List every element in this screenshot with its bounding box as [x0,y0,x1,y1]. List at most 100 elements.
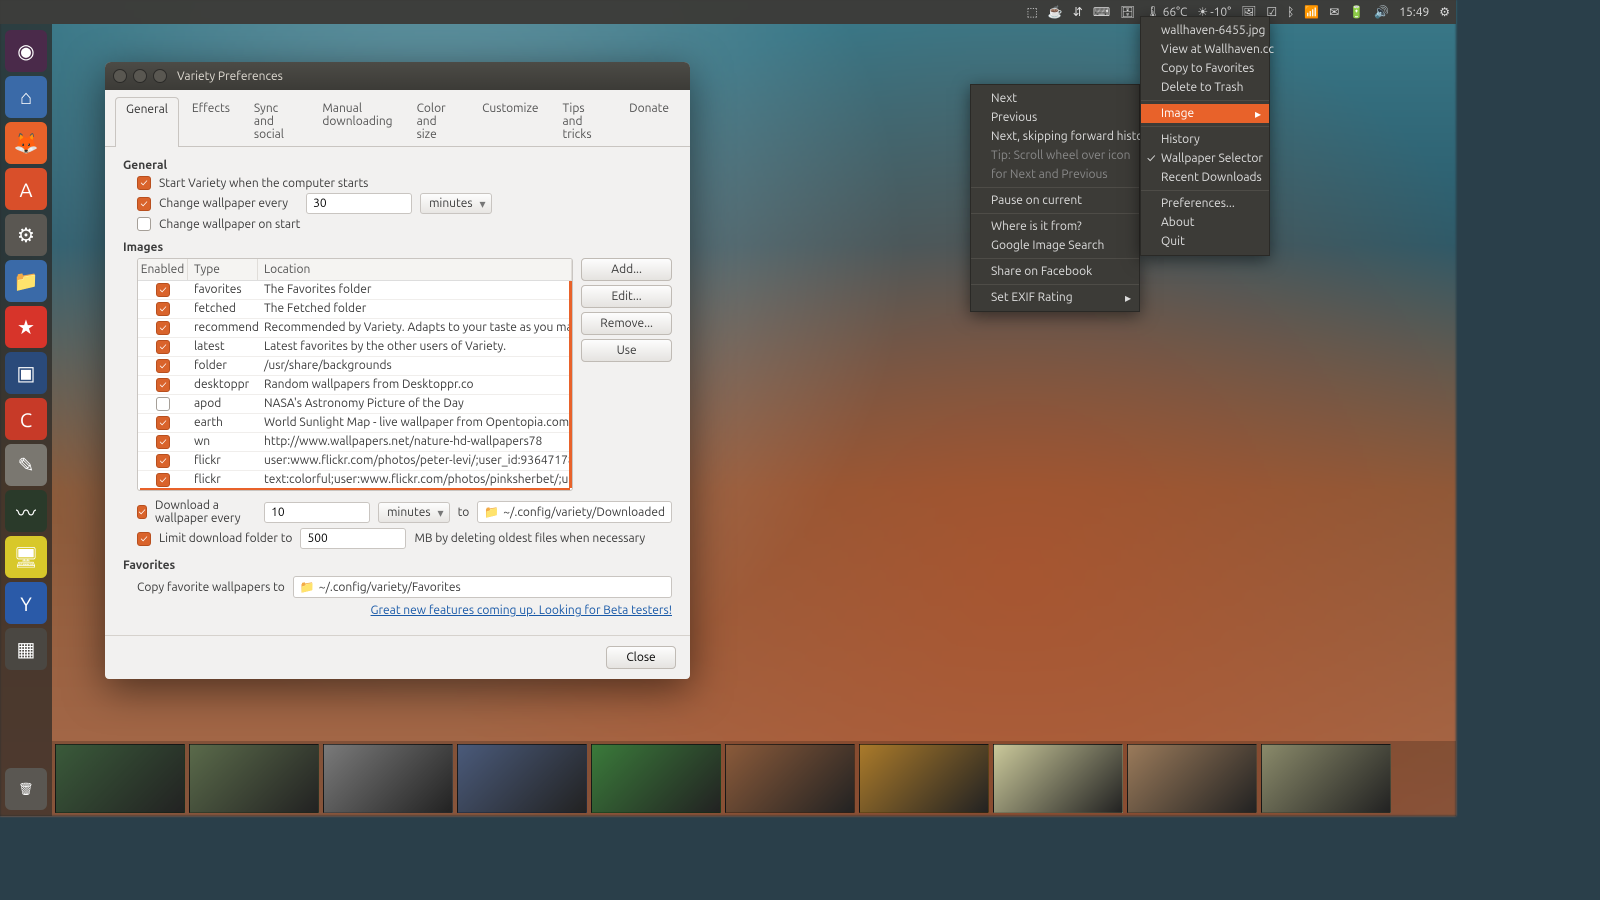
source-enabled-checkbox[interactable] [156,378,170,392]
menu-item[interactable]: Copy to Favorites [1141,59,1269,78]
table-row[interactable]: fetchedThe Fetched folder [138,300,572,319]
col-location[interactable]: Location [258,259,572,280]
close-icon[interactable] [113,69,127,83]
tab-sync-and-social[interactable]: Sync and social [243,96,309,146]
launcher-text-editor[interactable]: ✎ [5,444,47,486]
menu-item[interactable]: Next, skipping forward history [971,127,1139,146]
menu-item[interactable]: wallhaven-6455.jpg [1141,21,1269,40]
tab-donate[interactable]: Donate [618,96,680,146]
download-every-input[interactable] [264,502,370,523]
table-row[interactable]: desktopprRandom wallpapers from Desktopp… [138,376,572,395]
launcher-virtualbox[interactable]: ▣ [5,352,47,394]
table-row[interactable]: earthWorld Sunlight Map - live wallpaper… [138,414,572,433]
menu-item[interactable]: Image [1141,104,1269,123]
trash-icon[interactable]: 🗑 [5,768,47,810]
upload-icon[interactable]: ⇵ [1073,5,1083,19]
tab-manual-downloading[interactable]: Manual downloading [311,96,403,146]
table-row[interactable]: apodNASA's Astronomy Picture of the Day [138,395,572,414]
minimize-icon[interactable] [133,69,147,83]
source-enabled-checkbox[interactable] [156,340,170,354]
archive-icon[interactable]: 🗄 [1120,5,1135,19]
menu-item[interactable]: Preferences... [1141,194,1269,213]
keyboard-icon[interactable]: ⌨ [1093,5,1110,19]
clock[interactable]: 15:49 [1399,6,1429,19]
window-titlebar[interactable]: Variety Preferences [105,62,690,90]
menu-item[interactable]: About [1141,213,1269,232]
dropbox-icon[interactable]: ⬚ [1026,5,1037,19]
menu-item[interactable]: Wallpaper Selector [1141,149,1269,168]
beta-link[interactable]: Great new features coming up. Looking fo… [123,604,672,617]
menu-item[interactable]: Next [971,89,1139,108]
source-enabled-checkbox[interactable] [156,302,170,316]
wallpaper-thumb[interactable] [859,744,989,813]
download-path-field[interactable]: 📁~/.config/variety/Downloaded [477,501,672,523]
sources-table[interactable]: Enabled Type Location favoritesThe Favor… [137,258,573,491]
tab-color-and-size[interactable]: Color and size [406,96,470,146]
wallpaper-thumb[interactable] [323,744,453,813]
launcher-wunderlist[interactable]: ★ [5,306,47,348]
menu-item[interactable]: Delete to Trash [1141,78,1269,97]
source-enabled-checkbox[interactable] [156,321,170,335]
launcher-settings[interactable]: ⚙ [5,214,47,256]
wallpaper-thumb[interactable] [591,744,721,813]
table-row[interactable]: wnhttp://www.wallpapers.net/nature-hd-wa… [138,433,572,452]
menu-item[interactable]: History [1141,130,1269,149]
menu-item[interactable]: Where is it from? [971,217,1139,236]
launcher-files[interactable]: ⌂ [5,76,47,118]
menu-item[interactable]: Google Image Search [971,236,1139,255]
source-enabled-checkbox[interactable] [156,435,170,449]
use-button[interactable]: Use [581,339,672,362]
wallpaper-thumb[interactable] [189,744,319,813]
source-enabled-checkbox[interactable] [156,454,170,468]
menu-item[interactable]: Set EXIF Rating [971,288,1139,307]
remove-button[interactable]: Remove... [581,312,672,335]
close-button[interactable]: Close [606,646,676,669]
menu-item[interactable]: Previous [971,108,1139,127]
launcher-variety[interactable]: 🖥 [5,536,47,578]
source-enabled-checkbox[interactable] [156,397,170,411]
menu-item[interactable]: View at Wallhaven.cc [1141,40,1269,59]
launcher-dash[interactable]: ◉ [5,30,47,72]
mail-icon[interactable]: ✉ [1329,5,1339,19]
launcher-workspace[interactable]: ▦ [5,628,47,670]
table-row[interactable]: flickruser:www.flickr.com/photos/peter-l… [138,452,572,471]
source-enabled-checkbox[interactable] [156,416,170,430]
bluetooth-icon[interactable]: ᛒ [1287,6,1294,19]
limit-folder-input[interactable] [300,528,406,549]
wallpaper-thumb[interactable] [1127,744,1257,813]
launcher-software[interactable]: A [5,168,47,210]
wallpaper-thumb[interactable] [1261,744,1391,813]
wallpaper-thumb[interactable] [725,744,855,813]
change-every-input[interactable] [306,193,412,214]
launcher-folder[interactable]: 📁 [5,260,47,302]
edit-button[interactable]: Edit... [581,285,672,308]
change-on-start-checkbox[interactable] [137,217,151,231]
wallpaper-thumb[interactable] [457,744,587,813]
table-row[interactable]: recommendedRecommended by Variety. Adapt… [138,319,572,338]
menu-item[interactable]: Pause on current [971,191,1139,210]
launcher-firefox[interactable]: 🦊 [5,122,47,164]
maximize-icon[interactable] [153,69,167,83]
limit-folder-checkbox[interactable] [137,532,151,546]
menu-item[interactable]: Quit [1141,232,1269,251]
menu-item[interactable]: Recent Downloads [1141,168,1269,187]
tab-tips-and-tricks[interactable]: Tips and tricks [552,96,617,146]
col-enabled[interactable]: Enabled [138,259,188,280]
network-icon[interactable]: 📶 [1304,5,1319,19]
source-enabled-checkbox[interactable] [156,473,170,487]
download-every-checkbox[interactable] [137,505,147,519]
col-type[interactable]: Type [188,259,258,280]
battery-icon[interactable]: 🔋 [1349,5,1364,19]
favorites-path-field[interactable]: 📁~/.config/variety/Favorites [293,576,672,598]
add-button[interactable]: Add... [581,258,672,281]
start-on-boot-checkbox[interactable] [137,176,151,190]
tab-customize[interactable]: Customize [471,96,549,146]
download-every-unit-combo[interactable]: minutes [378,502,450,523]
volume-icon[interactable]: 🔊 [1374,5,1389,19]
wallpaper-thumb[interactable] [993,744,1123,813]
caffeine-icon[interactable]: ☕ [1048,5,1063,19]
gear-icon[interactable]: ⚙ [1439,5,1450,19]
table-row[interactable]: folder/usr/share/backgrounds [138,357,572,376]
menu-item[interactable]: Share on Facebook [971,262,1139,281]
table-row[interactable]: latestLatest favorites by the other user… [138,338,572,357]
